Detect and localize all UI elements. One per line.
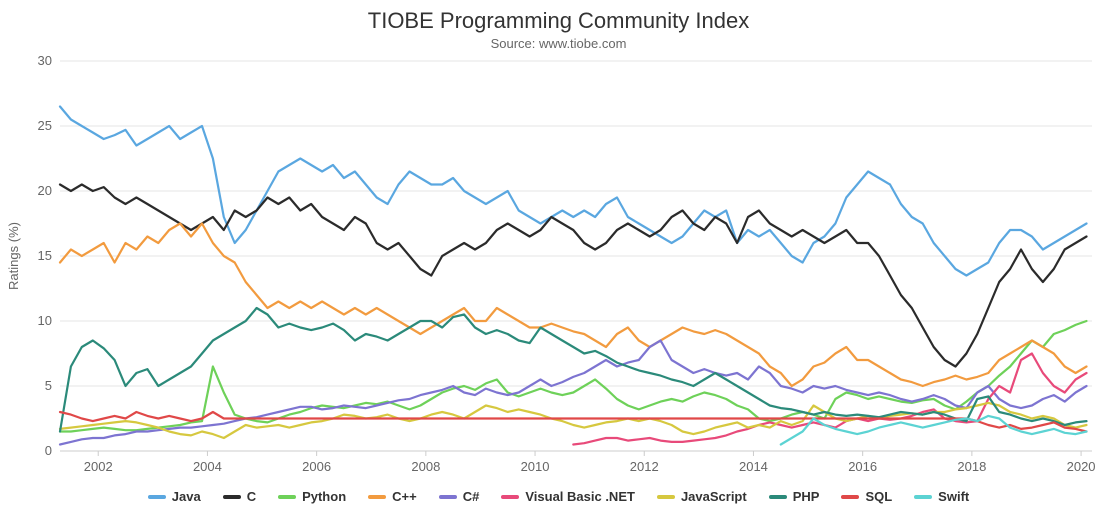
legend-item-php[interactable]: PHP	[769, 489, 820, 504]
svg-text:2008: 2008	[411, 459, 440, 474]
series-javascript[interactable]	[60, 403, 1087, 438]
legend-label: C++	[392, 489, 417, 504]
legend-label: Java	[172, 489, 201, 504]
legend-swatch	[769, 495, 787, 499]
legend-item-c[interactable]: C	[223, 489, 256, 504]
svg-text:5: 5	[45, 378, 52, 393]
legend-item-sql[interactable]: SQL	[841, 489, 892, 504]
legend-swatch	[223, 495, 241, 499]
svg-text:15: 15	[38, 248, 52, 263]
legend-swatch	[657, 495, 675, 499]
legend-label: C	[247, 489, 256, 504]
chart-title: TIOBE Programming Community Index	[0, 0, 1117, 34]
legend-item-python[interactable]: Python	[278, 489, 346, 504]
legend-swatch	[501, 495, 519, 499]
legend-label: C#	[463, 489, 480, 504]
legend-swatch	[841, 495, 859, 499]
svg-text:20: 20	[38, 183, 52, 198]
svg-text:10: 10	[38, 313, 52, 328]
svg-text:2006: 2006	[302, 459, 331, 474]
chart-subtitle: Source: www.tiobe.com	[0, 34, 1117, 51]
legend-swatch	[278, 495, 296, 499]
svg-text:25: 25	[38, 118, 52, 133]
legend-swatch	[148, 495, 166, 499]
legend-item-swift[interactable]: Swift	[914, 489, 969, 504]
svg-text:2010: 2010	[521, 459, 550, 474]
svg-text:2012: 2012	[630, 459, 659, 474]
line-chart[interactable]: 0 5 10 15 20 25 30 2002 2004 2006 2008 2010 2012 2014…	[0, 51, 1117, 481]
legend-swatch	[368, 495, 386, 499]
legend-label: JavaScript	[681, 489, 747, 504]
svg-text:2016: 2016	[848, 459, 877, 474]
legend-item-c-[interactable]: C#	[439, 489, 480, 504]
legend-swatch	[914, 495, 932, 499]
legend-label: PHP	[793, 489, 820, 504]
series-sql[interactable]	[60, 412, 1087, 432]
legend-item-c-[interactable]: C++	[368, 489, 417, 504]
series-swift[interactable]	[781, 416, 1087, 445]
svg-text:2004: 2004	[193, 459, 222, 474]
legend-label: Swift	[938, 489, 969, 504]
legend-label: Visual Basic .NET	[525, 489, 635, 504]
svg-text:2020: 2020	[1067, 459, 1096, 474]
legend-label: Python	[302, 489, 346, 504]
legend-swatch	[439, 495, 457, 499]
svg-text:Ratings (%): Ratings (%)	[6, 222, 21, 290]
series-c-[interactable]	[60, 224, 1087, 387]
svg-text:2014: 2014	[739, 459, 768, 474]
legend-item-java[interactable]: Java	[148, 489, 201, 504]
svg-text:30: 30	[38, 53, 52, 68]
chart-legend: Java C Python C++ C# Visual Basic .NET JavaScr…	[0, 481, 1117, 504]
legend-item-visual-basic-net[interactable]: Visual Basic .NET	[501, 489, 635, 504]
chart-container: TIOBE Programming Community Index Source…	[0, 0, 1117, 532]
svg-text:0: 0	[45, 443, 52, 458]
legend-item-javascript[interactable]: JavaScript	[657, 489, 747, 504]
svg-text:2018: 2018	[957, 459, 986, 474]
legend-label: SQL	[865, 489, 892, 504]
svg-text:2002: 2002	[84, 459, 113, 474]
